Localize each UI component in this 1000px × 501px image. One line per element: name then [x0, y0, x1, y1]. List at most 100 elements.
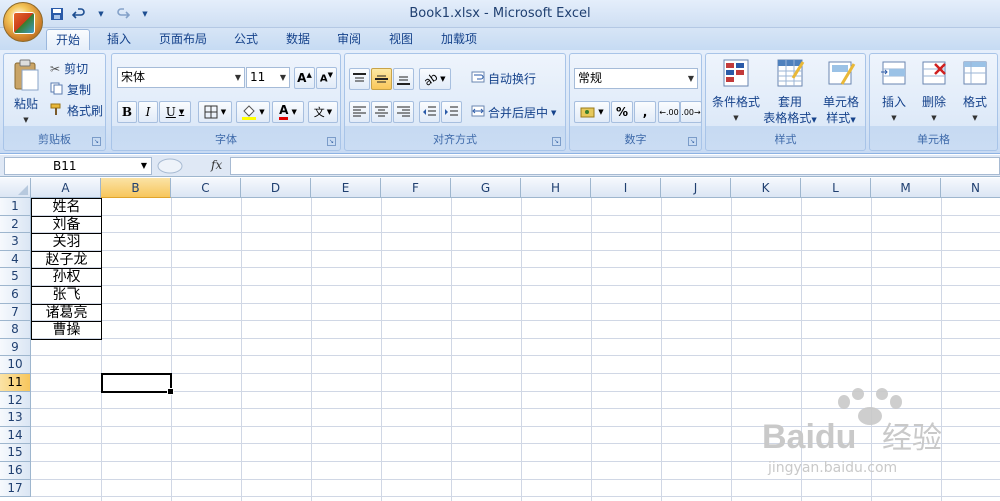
cell-a7[interactable]: 诸葛亮	[32, 305, 101, 322]
font-name-select[interactable]: 宋体 ▼	[117, 67, 245, 88]
accounting-format-button[interactable]: ▼	[574, 101, 610, 123]
row-header-1[interactable]: 1	[0, 198, 31, 216]
align-middle-icon	[375, 75, 388, 83]
row-header-11[interactable]: 11	[0, 374, 31, 392]
decrease-indent-button[interactable]	[419, 101, 440, 123]
align-top-button[interactable]	[349, 68, 370, 90]
cell-a6[interactable]: 张飞	[32, 287, 101, 304]
cell-styles-button[interactable]: 单元格 样式▼	[816, 58, 866, 128]
tab-review[interactable]: 审阅	[328, 29, 370, 50]
tab-insert[interactable]: 插入	[98, 29, 140, 50]
column-header-a[interactable]: A	[31, 178, 101, 198]
grid-column-line	[381, 198, 382, 501]
format-as-table-button[interactable]: 套用 表格格式▼	[762, 58, 818, 128]
tab-data[interactable]: 数据	[277, 29, 319, 50]
column-header-d[interactable]: D	[241, 178, 311, 198]
row-header-13[interactable]: 13	[0, 409, 31, 427]
font-launcher-icon[interactable]: ↘	[327, 137, 336, 146]
row-header-10[interactable]: 10	[0, 356, 31, 374]
cell-a1[interactable]: 姓名	[32, 199, 101, 216]
conditional-formatting-button[interactable]: 条件格式 ▼	[708, 58, 764, 126]
column-header-c[interactable]: C	[171, 178, 241, 198]
phonetic-button[interactable]: 文 ▼	[308, 101, 338, 123]
row-header-7[interactable]: 7	[0, 303, 31, 322]
cell-a5[interactable]: 孙权	[32, 269, 101, 286]
active-cell-b11[interactable]	[101, 373, 174, 395]
name-box[interactable]: B11 ▼	[4, 157, 152, 175]
borders-button[interactable]: ▼	[198, 101, 232, 123]
row-header-16[interactable]: 16	[0, 462, 31, 480]
bold-button[interactable]: B	[117, 101, 137, 123]
underline-button[interactable]: U ▼	[159, 101, 191, 123]
alignment-launcher-icon[interactable]: ↘	[552, 137, 561, 146]
borders-icon	[204, 105, 218, 119]
number-launcher-icon[interactable]: ↘	[688, 137, 697, 146]
shrink-font-button[interactable]: A▼	[316, 67, 337, 89]
tab-view[interactable]: 视图	[380, 29, 422, 50]
row-header-17[interactable]: 17	[0, 479, 31, 498]
tab-home[interactable]: 开始	[46, 29, 90, 50]
column-header-j[interactable]: J	[661, 178, 731, 198]
column-header-h[interactable]: H	[521, 178, 591, 198]
cell-a4[interactable]: 赵子龙	[32, 252, 101, 269]
row-header-9[interactable]: 9	[0, 338, 31, 357]
grow-font-button[interactable]: A▲	[294, 67, 315, 89]
row-header-2[interactable]: 2	[0, 215, 31, 234]
font-color-button[interactable]: A ▼	[272, 101, 304, 123]
font-size-select[interactable]: 11 ▼	[246, 67, 290, 88]
tab-add-ins[interactable]: 加载项	[432, 29, 486, 50]
column-header-l[interactable]: L	[801, 178, 871, 198]
tab-page-layout[interactable]: 页面布局	[150, 29, 216, 50]
row-header-15[interactable]: 15	[0, 444, 31, 462]
insert-cells-button[interactable]: 插入 ▼	[874, 58, 914, 126]
alignment-group: ab ▼ 自动换行 合并后居中 ▼ 对齐方式 ↘	[344, 53, 566, 151]
align-bottom-button[interactable]	[393, 68, 414, 90]
italic-button[interactable]: I	[138, 101, 158, 123]
tab-formulas[interactable]: 公式	[225, 29, 267, 50]
copy-button[interactable]: 复制	[50, 81, 91, 98]
cell-a2[interactable]: 刘备	[32, 217, 101, 234]
cell-styles-label-1: 单元格	[822, 95, 859, 109]
format-cells-button[interactable]: 格式 ▼	[954, 58, 996, 126]
row-header-5[interactable]: 5	[0, 268, 31, 286]
column-header-b[interactable]: B	[101, 178, 171, 198]
delete-cells-button[interactable]: 删除 ▼	[914, 58, 954, 126]
insert-function-icon[interactable]: fx	[211, 158, 222, 172]
column-header-g[interactable]: G	[451, 178, 521, 198]
cut-button[interactable]: ✂ 剪切	[50, 60, 88, 77]
row-header-3[interactable]: 3	[0, 233, 31, 251]
row-header-14[interactable]: 14	[0, 426, 31, 445]
cell-a8[interactable]: 曹操	[32, 322, 101, 339]
format-painter-button[interactable]: 格式刷	[50, 102, 103, 119]
wrap-text-button[interactable]: 自动换行	[471, 70, 536, 87]
column-header-m[interactable]: M	[871, 178, 941, 198]
row-header-6[interactable]: 6	[0, 286, 31, 304]
cell-a3[interactable]: 关羽	[32, 234, 101, 251]
column-header-f[interactable]: F	[381, 178, 451, 198]
paste-button[interactable]: 粘贴 ▼	[8, 58, 44, 128]
merge-center-button[interactable]: 合并后居中 ▼	[471, 104, 556, 121]
percent-button[interactable]: %	[611, 101, 633, 123]
align-center-button[interactable]	[371, 101, 392, 123]
align-middle-button[interactable]	[371, 68, 392, 90]
column-header-n[interactable]: N	[941, 178, 1000, 198]
fill-color-button[interactable]: ▼	[236, 101, 270, 123]
row-header-4[interactable]: 4	[0, 250, 31, 269]
orientation-button[interactable]: ab ▼	[419, 68, 451, 90]
number-format-select[interactable]: 常规 ▼	[574, 68, 698, 89]
clipboard-launcher-icon[interactable]: ↘	[92, 137, 101, 146]
comma-button[interactable]: ,	[634, 101, 656, 123]
select-all-button[interactable]	[0, 178, 31, 198]
increase-decimal-button[interactable]: ←.00	[658, 101, 680, 123]
align-left-button[interactable]	[349, 101, 370, 123]
row-header-12[interactable]: 12	[0, 391, 31, 410]
office-button[interactable]	[3, 2, 43, 42]
row-header-8[interactable]: 8	[0, 321, 31, 339]
column-header-e[interactable]: E	[311, 178, 381, 198]
increase-indent-button[interactable]	[441, 101, 462, 123]
formula-input[interactable]	[230, 157, 1000, 175]
column-header-i[interactable]: I	[591, 178, 661, 198]
align-right-button[interactable]	[393, 101, 414, 123]
column-header-k[interactable]: K	[731, 178, 801, 198]
decrease-decimal-button[interactable]: .00→	[680, 101, 702, 123]
